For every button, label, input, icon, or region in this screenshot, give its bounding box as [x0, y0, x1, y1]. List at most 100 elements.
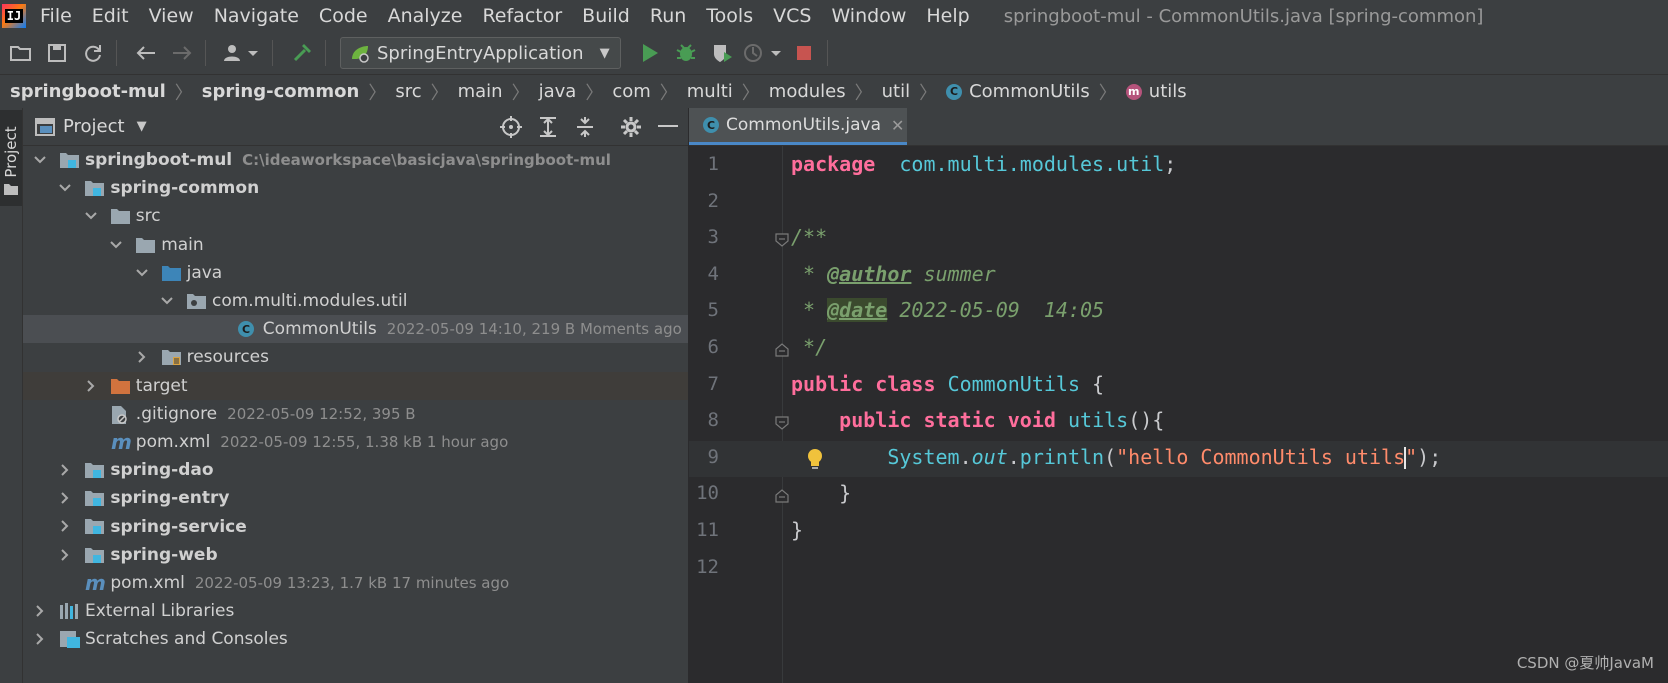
tree-node-resources[interactable]: resources [23, 343, 688, 371]
code-line[interactable]: 1 package com.multi.modules.util; [689, 148, 1668, 185]
breadcrumb-item-springboot-mul[interactable]: springboot-mul [10, 81, 166, 102]
expand-all-icon[interactable] [536, 115, 560, 139]
build-hammer-icon[interactable] [287, 38, 317, 68]
back-arrow-icon[interactable] [131, 38, 161, 68]
tree-node-src[interactable]: src [23, 202, 688, 230]
tree-node-pom-xml[interactable]: m pom.xml 2022-05-09 12:55, 1.38 kB 1 hour… [23, 428, 688, 456]
menu-edit[interactable]: Edit [92, 5, 129, 27]
tree-node-spring-entry[interactable]: spring-entry [23, 484, 688, 512]
fold-open-icon[interactable] [775, 232, 789, 247]
tree-node-pom-xml[interactable]: m pom.xml 2022-05-09 13:23, 1.7 kB 17 minu… [23, 569, 688, 597]
project-panel-title[interactable]: Project [63, 116, 125, 137]
code-text: package com.multi.modules.util; [791, 152, 1176, 176]
close-icon[interactable]: ✕ [891, 116, 904, 135]
breadcrumb-item-com[interactable]: com [612, 81, 650, 102]
breadcrumb-item-modules[interactable]: modules [769, 81, 846, 102]
coverage-icon[interactable] [707, 38, 737, 68]
menu-run[interactable]: Run [650, 5, 686, 27]
code-line[interactable]: 7 public class CommonUtils { [689, 368, 1668, 405]
project-tool-window-tab[interactable]: Project [0, 110, 22, 206]
chevron-down-icon[interactable] [84, 209, 98, 223]
chevron-right-icon[interactable] [58, 463, 72, 477]
run-configuration-selector[interactable]: SpringEntryApplication ▼ [340, 37, 621, 69]
menu-view[interactable]: View [149, 5, 194, 27]
chevron-right-icon[interactable] [84, 379, 98, 393]
chevron-right-icon[interactable] [33, 604, 47, 618]
menu-file[interactable]: File [40, 5, 72, 27]
code-line[interactable]: 12 [689, 551, 1668, 588]
tree-node-gitignore[interactable]: .gitignore 2022-05-09 12:52, 395 B [23, 400, 688, 428]
tree-node-spring-dao[interactable]: spring-dao [23, 456, 688, 484]
code-line[interactable]: 5 * @date 2022-05-09 14:05 [689, 294, 1668, 331]
code-line[interactable]: 2 [689, 185, 1668, 222]
tree-node-main[interactable]: main [23, 231, 688, 259]
tree-node-java[interactable]: java [23, 259, 688, 287]
intellij-logo-icon[interactable]: IJ [2, 4, 26, 28]
breadcrumb-item-src[interactable]: src [395, 81, 421, 102]
breadcrumb-item-multi[interactable]: multi [687, 81, 733, 102]
breadcrumb-item-util[interactable]: util [882, 81, 910, 102]
fold-close-icon[interactable] [775, 342, 789, 357]
collapse-all-icon[interactable] [573, 115, 597, 139]
menu-analyze[interactable]: Analyze [388, 5, 463, 27]
fold-open-icon[interactable] [775, 415, 789, 430]
save-icon[interactable] [42, 38, 72, 68]
tree-node-target[interactable]: target [23, 371, 688, 400]
menu-build[interactable]: Build [582, 5, 630, 27]
chevron-down-icon[interactable] [33, 153, 47, 167]
menu-code[interactable]: Code [319, 5, 368, 27]
chevron-down-icon[interactable] [135, 266, 149, 280]
chevron-down-icon[interactable]: ▼ [137, 119, 147, 134]
run-icon[interactable] [635, 38, 665, 68]
code-line[interactable]: 11} [689, 514, 1668, 551]
user-dropdown-icon[interactable] [220, 38, 264, 68]
breadcrumb-item-commonutils[interactable]: C CommonUtils [946, 81, 1090, 102]
breadcrumb-item-java[interactable]: java [539, 81, 577, 102]
code-line[interactable]: 9 System.out.println("hello CommonUtils … [689, 440, 1668, 478]
breadcrumb-item-spring-common[interactable]: spring-common [202, 81, 360, 102]
code-line[interactable]: 4 * @author summer [689, 258, 1668, 295]
menu-help[interactable]: Help [926, 5, 969, 27]
chevron-down-icon[interactable] [58, 181, 72, 195]
chevron-down-icon[interactable] [160, 294, 174, 308]
chevron-right-icon[interactable] [58, 548, 72, 562]
chevron-right-icon[interactable] [33, 632, 47, 646]
stop-icon[interactable] [789, 38, 819, 68]
open-folder-icon[interactable] [6, 38, 36, 68]
profiler-dropdown-icon[interactable] [743, 38, 783, 68]
code-line[interactable]: 3 /** [689, 221, 1668, 258]
chevron-down-icon[interactable] [109, 238, 123, 252]
menu-navigate[interactable]: Navigate [214, 5, 299, 27]
tree-node-spring-service[interactable]: spring-service [23, 512, 688, 540]
chevron-right-icon[interactable] [135, 350, 149, 364]
chevron-right-icon[interactable] [58, 519, 72, 533]
code-line[interactable]: 8 public static void utils(){ [689, 404, 1668, 441]
breadcrumb-item-main[interactable]: main [458, 81, 503, 102]
code-line[interactable]: 6 */ [689, 331, 1668, 368]
tree-node-springboot-mul[interactable]: springboot-mul C:\ideaworkspace\basicjava… [23, 146, 688, 174]
chevron-right-icon[interactable] [58, 491, 72, 505]
menu-refactor[interactable]: Refactor [482, 5, 562, 27]
node-name: java [186, 262, 223, 283]
minimize-icon[interactable] [656, 115, 680, 139]
gear-icon[interactable] [619, 115, 643, 139]
tree-node-com-multi-modules-util[interactable]: com.multi.modules.util [23, 287, 688, 315]
locate-target-icon[interactable] [499, 115, 523, 139]
code-line[interactable]: 10 } [689, 477, 1668, 514]
tree-node-spring-common[interactable]: spring-common [23, 174, 688, 202]
breadcrumb-item-utils[interactable]: m utils [1125, 81, 1187, 102]
tree-node-commonutils[interactable]: C CommonUtils 2022-05-09 14:10, 219 B Mome… [23, 315, 688, 344]
tree-node-external-libraries[interactable]: External Libraries [23, 597, 688, 625]
tree-node-scratches-and-consoles[interactable]: Scratches and Consoles [23, 625, 688, 653]
debug-icon[interactable] [671, 38, 701, 68]
node-name: pom.xml [135, 431, 211, 452]
menu-tools[interactable]: Tools [706, 5, 753, 27]
sync-icon[interactable] [78, 38, 108, 68]
menu-vcs[interactable]: VCS [773, 5, 811, 27]
tab-common-utils-java[interactable]: C CommonUtils.java ✕ [689, 108, 907, 145]
forward-arrow-icon[interactable] [167, 38, 197, 68]
fold-close-icon[interactable] [775, 488, 789, 503]
node-name: target [135, 375, 188, 396]
menu-window[interactable]: Window [831, 5, 906, 27]
tree-node-spring-web[interactable]: spring-web [23, 541, 688, 569]
